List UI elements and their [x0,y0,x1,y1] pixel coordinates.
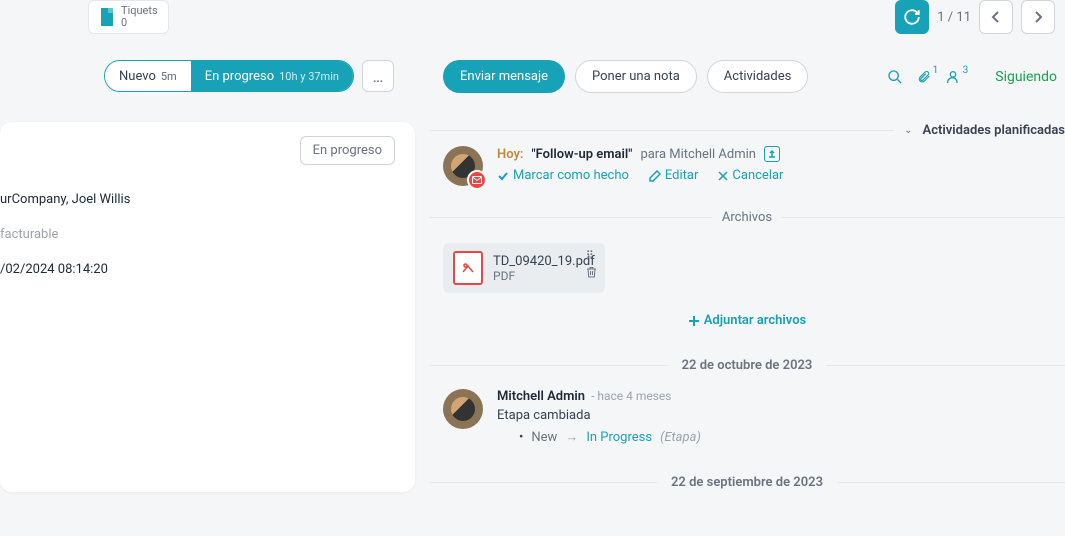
more-stages-button[interactable]: … [362,60,394,92]
datetime-value: /02/2024 08:14:20 [0,262,395,277]
status-nuevo-dur: 5m [161,70,177,83]
attachment-count: 1 [933,65,939,76]
mark-done-label: Marcar como hecho [513,168,629,183]
activities-button[interactable]: Actividades [707,60,809,93]
following-button[interactable]: Siguiendo [995,69,1057,85]
cancel-label: Cancelar [732,168,783,183]
pdf-icon [453,251,483,285]
tiquets-count: 0 [121,17,158,29]
activity-due: Hoy: [497,147,523,162]
log-author: Mitchell Admin [497,389,585,404]
activity-assignee: para Mitchell Admin [640,147,756,162]
record-card: En progreso urCompany, Joel Willis factu… [0,122,415,492]
attach-files-button[interactable]: Adjuntar archivos [429,313,1065,328]
stage-field-label: (Etapa) [660,430,701,445]
send-message-button[interactable]: Enviar mensaje [443,60,565,93]
planned-activities-title: Actividades planificadas [923,123,1065,138]
file-type: PDF [493,269,595,283]
upload-icon[interactable] [764,146,780,162]
status-progreso-dur: 10h y 37min [279,70,339,83]
pager-text: 1 / 11 [937,10,971,25]
avatar [443,389,483,429]
stage-from: New [531,430,557,445]
company-contact: urCompany, Joel Willis [0,192,395,207]
pager-prev-button[interactable] [979,0,1013,34]
cancel-button[interactable]: Cancelar [718,168,783,183]
date-divider-1: 22 de octubre de 2023 [668,358,827,373]
log-note-button[interactable]: Poner una nota [575,60,697,93]
stage-to: In Progress [586,430,652,445]
edit-button[interactable]: Editar [649,168,699,183]
activity-summary: "Follow-up email" [531,147,632,162]
attachment-icon[interactable]: 1 [917,69,931,85]
files-title: Archivos [722,210,772,225]
status-nuevo-label: Nuevo [119,69,156,84]
file-options-icon[interactable]: ⠿ [586,249,597,262]
edit-label: Editar [665,168,699,183]
mark-done-button[interactable]: Marcar como hecho [497,168,629,183]
file-name: TD_09420_19.pdf [493,254,595,269]
status-progreso-label: En progreso [205,69,274,84]
stage-chip[interactable]: En progreso [300,136,395,165]
delete-icon[interactable] [586,266,597,278]
mail-icon [467,170,487,190]
log-time: - hace 4 meses [591,389,671,403]
followers-count: 3 [963,65,969,76]
billable-label: facturable [0,227,395,242]
arrow-icon: → [565,429,578,445]
file-attachment[interactable]: TD_09420_19.pdf PDF ⠿ [443,243,605,293]
date-divider-2: 22 de septiembre de 2023 [657,475,837,490]
document-icon [99,8,115,26]
refresh-button[interactable] [895,0,929,34]
log-text: Etapa cambiada [497,408,701,423]
status-nuevo[interactable]: Nuevo 5m [105,61,191,91]
chevron-down-icon: ⌄ [904,125,912,136]
pager-next-button[interactable] [1021,0,1055,34]
status-progreso[interactable]: En progreso 10h y 37min [191,61,353,91]
status-pill: Nuevo 5m En progreso 10h y 37min [104,60,354,92]
tiquets-card[interactable]: Tiquets 0 [88,0,169,34]
log-change: New → In Progress (Etapa) [519,429,701,445]
search-icon[interactable] [887,69,903,85]
attach-files-label: Adjuntar archivos [704,313,807,328]
avatar [443,146,483,186]
followers-icon[interactable]: 3 [945,69,961,85]
